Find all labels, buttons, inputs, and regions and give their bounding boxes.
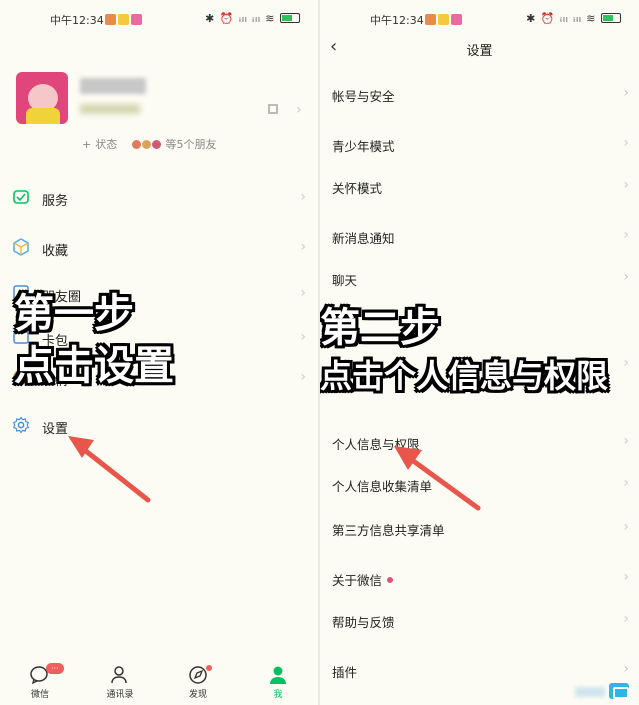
settings-item-care-mode[interactable]: 关怀模式 › [320,168,639,204]
settings-item-about[interactable]: 关于微信 › [320,560,639,596]
chevron-right-icon: › [623,85,629,101]
pointer-arrow-icon [394,446,481,511]
plus-icon: + [82,138,92,151]
chevron-right-icon: › [300,189,306,205]
chevron-right-icon: › [623,661,629,677]
tab-me[interactable]: 我 [248,665,308,700]
chevron-right-icon: › [623,227,629,243]
settings-item-account-security[interactable]: 帐号与安全 › [320,76,639,112]
chevron-right-icon: › [623,475,629,491]
profile-id-blurred [80,104,140,114]
tab-contacts[interactable]: 通讯录 [90,665,150,700]
chevron-right-icon: › [300,329,306,345]
status-icons: ✱ ⏰ ᵢₗₗ ᵢₗₗ ≋ [526,12,621,25]
settings-gear-icon [12,416,30,434]
notification-icons [423,13,462,26]
tab-chats[interactable]: 微信 ··· [10,663,70,700]
chevron-right-icon: › [300,369,306,385]
friend-avatar-icon [152,140,161,149]
new-dot-badge [206,665,212,671]
pointer-arrow-icon [68,436,151,503]
status-bar: 中午12:34 ✱ ⏰ ᵢₗₗ ᵢₗₗ ≋ [320,10,639,30]
step-one-instruction: 点击设置 [14,343,174,389]
chevron-right-icon: › [623,355,629,371]
status-bar: 中午12:34 ✱ ⏰ ᵢₗₗ ᵢₗₗ ≋ [0,10,318,30]
bottom-tab-bar: 微信 ··· 通讯录 发现 我 [0,659,318,705]
add-status-button[interactable]: + 状态 [82,136,117,152]
me-tab-screen: 中午12:34 ✱ ⏰ ᵢₗₗ ᵢₗₗ ≋ › + 状态 等5个朋友 服务 › 收… [0,0,318,705]
menu-item-favorites[interactable]: 收藏 › [0,228,318,268]
chevron-right-icon: › [623,519,629,535]
chevron-right-icon: › [623,177,629,193]
status-icons: ✱ ⏰ ᵢₗₗ ᵢₗₗ ≋ [205,12,300,25]
chevron-right-icon: › [300,239,306,255]
favorites-icon [13,238,29,256]
step-two-instruction: 点击个人信息与权限 [320,357,609,395]
status-time: 中午12:34 [50,14,104,27]
new-dot-badge [387,577,394,583]
friend-avatar-icon [142,140,151,149]
settings-item-help-feedback[interactable]: 帮助与反馈 › [320,602,639,638]
chevron-right-icon: › [623,569,629,585]
step-one-caption: 第一步 [14,291,134,337]
contacts-icon [111,666,127,684]
chevron-right-icon: › [623,135,629,151]
chevron-right-icon: › [296,102,302,118]
friends-status[interactable]: 等5个朋友 [132,136,217,152]
settings-item-teen-mode[interactable]: 青少年模式 › [320,126,639,162]
watermark-text [575,687,605,697]
status-time: 中午12:34 [370,14,424,27]
battery-icon [280,13,300,23]
watermark-logo-icon [609,683,629,699]
avatar[interactable] [16,72,68,124]
notification-icons [103,13,142,26]
settings-item-plugins[interactable]: 插件 › [320,652,639,688]
chevron-right-icon: › [623,433,629,449]
chevron-right-icon: › [623,611,629,627]
battery-icon [601,13,621,23]
chevron-right-icon: › [623,269,629,285]
tab-discover[interactable]: 发现 [168,665,228,700]
chevron-right-icon: › [300,285,306,301]
friend-avatar-icon [132,140,141,149]
settings-item-notifications[interactable]: 新消息通知 › [320,218,639,254]
service-icon [13,190,29,204]
me-person-icon [270,666,286,684]
settings-item-chat[interactable]: 聊天 › [320,260,639,296]
qr-code-icon[interactable] [268,104,278,114]
profile-name-blurred [80,78,146,94]
menu-item-service[interactable]: 服务 › [0,178,318,218]
unread-badge: ··· [46,663,64,674]
settings-screen: 中午12:34 ✱ ⏰ ᵢₗₗ ᵢₗₗ ≋ ‹ 设置 帐号与安全 › 青少年模式 ›… [320,0,639,705]
settings-navbar: ‹ 设置 [320,36,639,60]
page-title: 设置 [466,44,493,59]
step-two-caption: 第二步 [320,305,440,351]
